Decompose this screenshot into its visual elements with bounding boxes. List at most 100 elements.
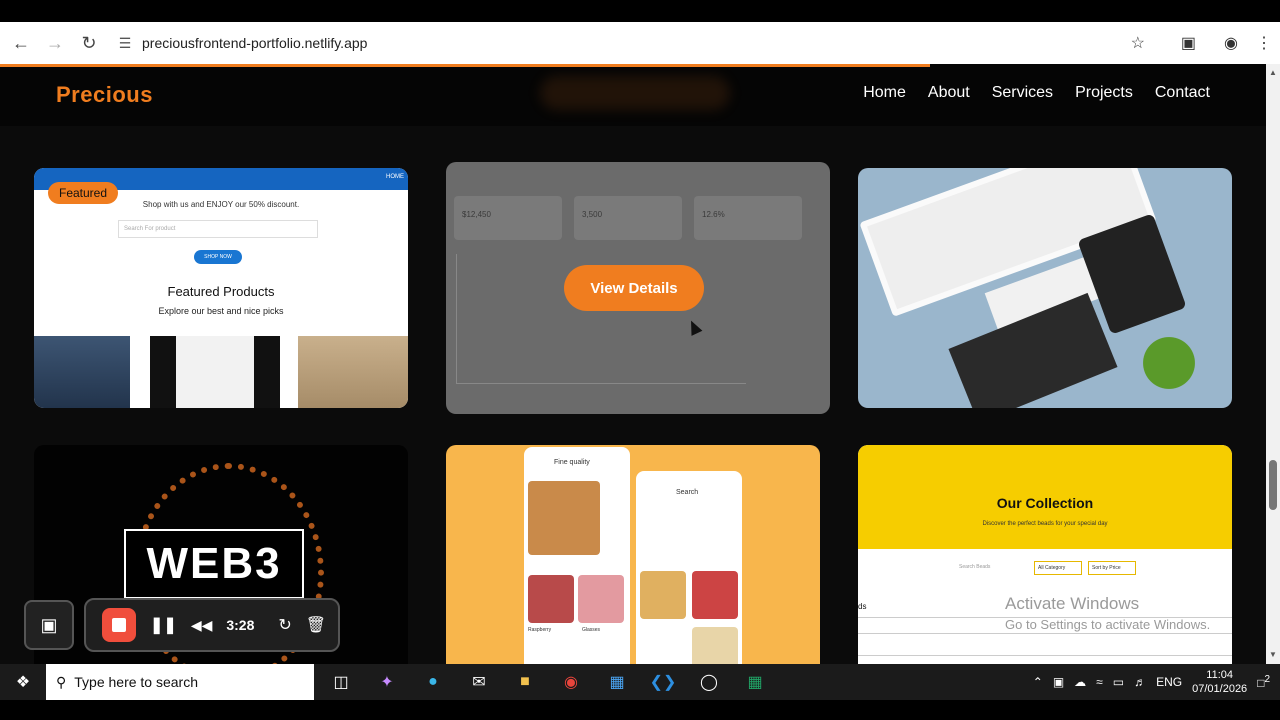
clock-date: 07/01/2026 (1192, 683, 1248, 695)
scroll-up-icon[interactable]: ▲ (1269, 68, 1277, 77)
stop-recording-button[interactable] (102, 608, 136, 642)
copilot-icon[interactable]: ✦ (364, 664, 410, 700)
task-view-icon[interactable]: ◫ (318, 664, 364, 700)
mock-home-link: HOME (386, 174, 404, 180)
mock-stat: 3,500 (574, 196, 682, 240)
taskbar-search-placeholder: Type here to search (74, 674, 199, 690)
divider (858, 633, 1232, 634)
site-header: Precious Home About Services Projects Co… (0, 64, 1266, 126)
system-tray: ⌃ ▣ ☁ ≈ ▭ ♬ ENG 11:04 07/01/2026 □2 (1033, 664, 1270, 700)
phone-screen-title: Fine quality (554, 459, 590, 466)
notification-count: 2 (1264, 674, 1270, 685)
site-info-icon[interactable]: ☰ (116, 34, 134, 52)
project-card-dashboard[interactable]: $12,450 3,500 12.6% View Details (446, 162, 830, 414)
scroll-down-icon[interactable]: ▼ (1269, 650, 1277, 659)
excel-icon[interactable]: ▦ (732, 664, 778, 700)
phone-screen-2: Search (636, 471, 742, 664)
rewind-icon[interactable]: ◀◀ (191, 617, 213, 634)
reload-icon[interactable]: ↻ (72, 26, 106, 60)
mock-category-select: All Category (1034, 561, 1082, 575)
product-image-shirt (150, 336, 280, 408)
taskbar-search[interactable]: ⚲ Type here to search (46, 664, 314, 700)
nav-about[interactable]: About (928, 84, 970, 102)
bookmark-star-icon[interactable]: ☆ (1131, 33, 1145, 53)
vscode-icon[interactable]: ❮❯ (640, 664, 686, 700)
project-card-devices[interactable] (858, 168, 1232, 408)
taskbar-apps: ◫ ✦ ● ✉ ■ ◉ ▦ ❮❯ ◯ ▦ (318, 664, 778, 700)
recording-time: 3:28 (226, 617, 255, 633)
site-logo[interactable]: Precious (56, 82, 153, 108)
mock-search-field: Search For product (118, 220, 318, 238)
mock-search-beads: Search Beads (959, 564, 991, 570)
extensions-puzzle-icon[interactable]: ▣ (1181, 33, 1196, 53)
food-image (528, 481, 600, 555)
profile-icon[interactable]: ◉ (1224, 33, 1238, 53)
collection-subtitle: Discover the perfect beads for your spec… (982, 521, 1108, 527)
restart-icon[interactable]: ↻ (278, 615, 291, 635)
phone-screen-1: Fine quality Raspberry Glasses (524, 447, 630, 664)
mock-featured-title: Featured Products (167, 284, 275, 299)
browser-actions: ☆ ▣ ◉ ⋮ (1131, 22, 1272, 64)
mock-shop-button: SHOP NOW (194, 250, 242, 264)
mock-side-label: ds (858, 602, 867, 611)
divider (858, 655, 1232, 656)
collection-title: Our Collection (996, 495, 1094, 511)
screen-recorder-controls: ❚❚ ◀◀ 3:28 ↻ 🗑 (84, 598, 340, 652)
project-card-food-app[interactable]: Fine quality Raspberry Glasses Search (446, 445, 820, 664)
product-image-jeans (34, 336, 130, 408)
food-image (578, 575, 624, 623)
pause-icon[interactable]: ❚❚ (150, 615, 177, 635)
activate-windows-title: Activate Windows (1005, 594, 1140, 613)
delete-icon[interactable]: 🗑 (306, 615, 326, 635)
mock-stat: $12,450 (454, 196, 562, 240)
nav-services[interactable]: Services (992, 84, 1053, 102)
taskbar-clock[interactable]: 11:04 07/01/2026 (1192, 668, 1247, 696)
windows-start-icon[interactable]: ❖ (0, 664, 46, 700)
mail-icon[interactable]: ✉ (456, 664, 502, 700)
cloud-icon[interactable]: ☁ (1074, 675, 1086, 689)
forward-arrow-icon[interactable]: → (38, 26, 72, 60)
scroll-thumb[interactable] (1269, 460, 1277, 510)
battery-icon[interactable]: ▭ (1113, 675, 1124, 689)
faded-title (540, 76, 730, 110)
food-image (692, 627, 738, 664)
wifi-icon[interactable]: ≈ (1096, 675, 1103, 689)
mock-featured-subtitle: Explore our best and nice picks (158, 306, 284, 316)
camera-icon[interactable]: ▣ (24, 600, 74, 650)
scroll-progress-bar (0, 64, 930, 67)
phone-search-title: Search (676, 489, 699, 496)
meet-icon[interactable]: ▣ (1053, 675, 1064, 689)
portfolio-page: Precious Home About Services Projects Co… (0, 64, 1266, 664)
project-card-ecommerce[interactable]: HOME Featured Shop with us and ENJOY our… (34, 168, 408, 408)
food-image (528, 575, 574, 623)
product-image-jacket (298, 336, 408, 408)
plant-image (1124, 328, 1214, 398)
file-explorer-icon[interactable]: ■ (502, 664, 548, 700)
main-nav: Home About Services Projects Contact (863, 84, 1210, 102)
view-details-button[interactable]: View Details (564, 265, 704, 311)
chevron-up-icon[interactable]: ⌃ (1033, 675, 1043, 689)
food-label: Glasses (582, 627, 601, 633)
food-image (692, 571, 738, 619)
chrome-icon[interactable]: ◉ (548, 664, 594, 700)
upwork-icon[interactable]: ◯ (686, 664, 732, 700)
url-text: preciousfrontend-portfolio.netlify.app (142, 35, 368, 51)
store-icon[interactable]: ▦ (594, 664, 640, 700)
volume-icon[interactable]: ♬ (1134, 675, 1146, 689)
notification-icon[interactable]: □2 (1257, 674, 1270, 690)
nav-projects[interactable]: Projects (1075, 84, 1133, 102)
mock-stat: 12.6% (694, 196, 802, 240)
windows-taskbar: ❖ ⚲ Type here to search ◫ ✦ ● ✉ ■ ◉ ▦ ❮❯… (0, 664, 1280, 700)
bottom-black-bar (0, 700, 1280, 720)
language-indicator[interactable]: ENG (1156, 675, 1182, 689)
mock-stats-row: $12,450 3,500 12.6% (454, 196, 802, 240)
nav-contact[interactable]: Contact (1155, 84, 1210, 102)
nav-home[interactable]: Home (863, 84, 906, 102)
edge-icon[interactable]: ● (410, 664, 456, 700)
food-image (640, 571, 686, 619)
back-arrow-icon[interactable]: ← (4, 26, 38, 60)
page-scrollbar[interactable]: ▲ ▼ (1266, 64, 1280, 664)
mock-sort-select: Sort by Price (1088, 561, 1136, 575)
address-bar[interactable]: ☰ preciousfrontend-portfolio.netlify.app (110, 27, 1140, 59)
browser-menu-icon[interactable]: ⋮ (1256, 33, 1272, 53)
